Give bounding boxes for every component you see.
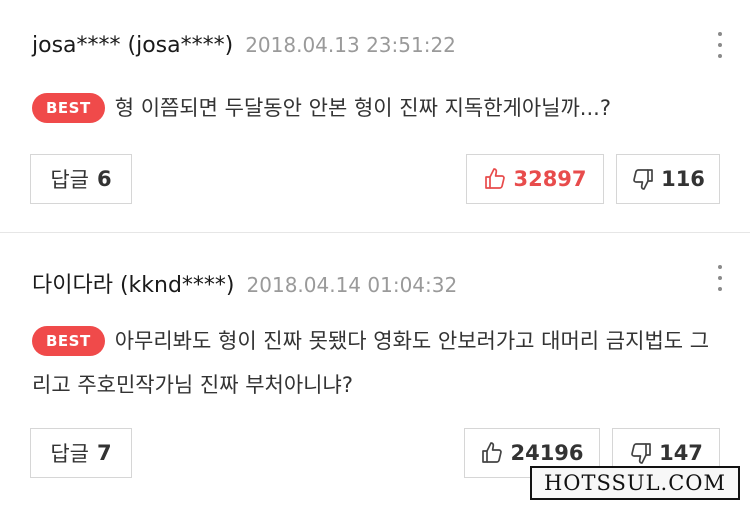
comment-author[interactable]: 다이다라 (kknd****) [32, 267, 235, 299]
comment-text: 아무리봐도 형이 진짜 못됐다 영화도 안보러가고 대머리 금지법도 그리고 주… [32, 329, 710, 397]
like-count: 32897 [513, 167, 587, 191]
comment-date: 2018.04.13 23:51:22 [245, 33, 456, 57]
thumbs-up-icon [485, 168, 506, 189]
like-button[interactable]: 32897 [466, 154, 604, 204]
dislike-count: 147 [659, 441, 703, 465]
thumbs-down-icon [633, 169, 653, 190]
thumbs-up-icon [482, 442, 503, 463]
dislike-button[interactable]: 116 [616, 154, 720, 204]
reply-count: 6 [97, 167, 112, 191]
comment-body: BEST 아무리봐도 형이 진짜 못됐다 영화도 안보러가고 대머리 금지법도 그… [32, 319, 722, 407]
comment-date: 2018.04.14 01:04:32 [246, 273, 458, 297]
best-badge: BEST [32, 326, 105, 356]
comment-author[interactable]: josa**** (josa****) [32, 33, 233, 58]
reply-button[interactable]: 답글 6 [30, 154, 132, 204]
best-badge: BEST [32, 93, 105, 123]
more-options-icon[interactable] [712, 30, 728, 60]
more-options-icon[interactable] [712, 263, 728, 293]
thumbs-down-icon [631, 443, 651, 464]
reply-label: 답글 [50, 168, 89, 192]
reply-label: 답글 [50, 442, 89, 466]
comment-meta: 다이다라 (kknd****) 2018.04.14 01:04:32 [32, 267, 457, 299]
comment-meta: josa**** (josa****) 2018.04.13 23:51:22 [32, 33, 456, 58]
comment-text: 형 이쯤되면 두달동안 안본 형이 진짜 지독한게아닐까...? [114, 96, 611, 120]
comment-body: BEST 형 이쯤되면 두달동안 안본 형이 진짜 지독한게아닐까...? [32, 86, 722, 130]
dislike-count: 116 [661, 167, 705, 191]
reply-button[interactable]: 답글 7 [30, 428, 132, 478]
reply-count: 7 [97, 441, 112, 465]
site-watermark: HOTSSUL.COM [530, 466, 740, 500]
comment-item: josa**** (josa****) 2018.04.13 23:51:22 … [0, 0, 750, 232]
like-count: 24196 [510, 441, 584, 465]
